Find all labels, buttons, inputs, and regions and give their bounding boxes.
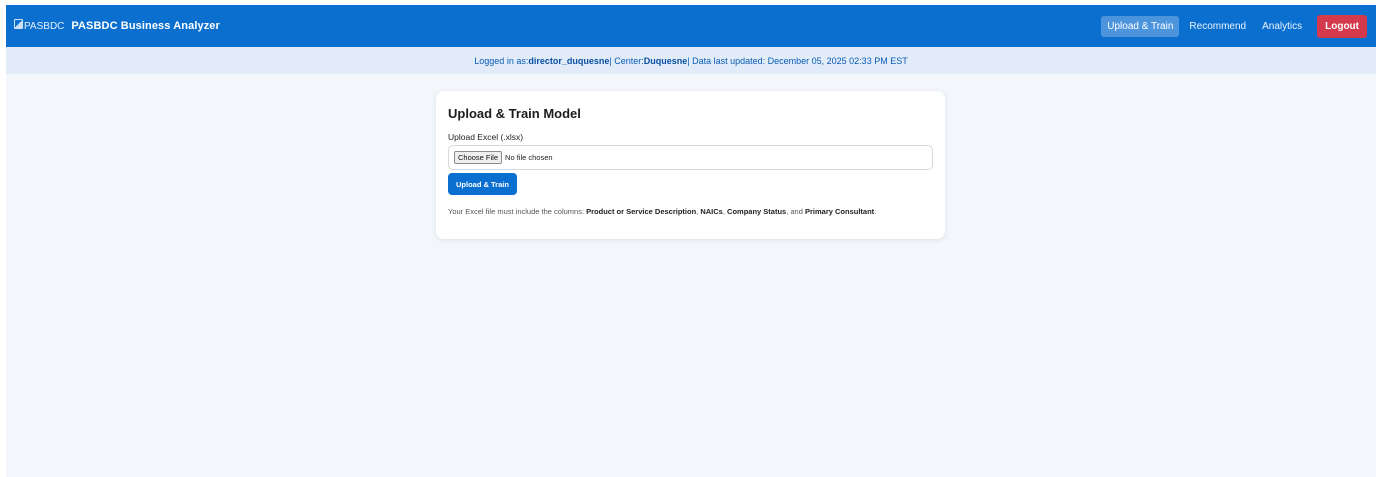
logged-in-prefix: Logged in as: xyxy=(474,55,529,66)
app-root: PASBDC PASBDC Business Analyzer Upload &… xyxy=(6,5,1376,477)
brand-title: PASBDC Business Analyzer xyxy=(71,20,220,32)
upload-field-label: Upload Excel (.xlsx) xyxy=(448,132,524,142)
nav-menu: Upload & Train Recommend Analytics Logou… xyxy=(1097,14,1367,38)
broken-image-icon xyxy=(14,19,23,29)
top-navbar: PASBDC PASBDC Business Analyzer Upload &… xyxy=(6,5,1376,47)
center-name: Duquesne xyxy=(643,55,688,66)
session-info-bar: Logged in as: director_duquesne | Center… xyxy=(6,47,1376,74)
choose-file-button[interactable]: Choose File xyxy=(454,151,503,164)
help-column-2: NAICs xyxy=(700,207,723,216)
help-sep-3: , and xyxy=(786,207,805,216)
last-updated: | Data last updated: December 05, 2025 0… xyxy=(687,55,908,66)
help-prefix: Your Excel file must include the columns… xyxy=(448,207,587,216)
help-column-1: Product or Service Description xyxy=(586,207,697,216)
center-prefix: | Center: xyxy=(609,55,644,66)
help-column-4: Primary Consultant xyxy=(804,207,875,216)
nav-analytics[interactable]: Analytics xyxy=(1256,16,1308,37)
card-title: Upload & Train Model xyxy=(448,106,581,121)
file-input[interactable]: Choose File No file chosen xyxy=(448,145,933,170)
nav-upload-train[interactable]: Upload & Train xyxy=(1101,15,1180,37)
help-column-3: Company Status xyxy=(727,207,787,216)
file-status-text: No file chosen xyxy=(505,153,553,162)
help-suffix: . xyxy=(874,207,877,216)
username: director_duquesne xyxy=(528,55,610,66)
brand-logo: PASBDC xyxy=(14,19,65,32)
nav-recommend[interactable]: Recommend xyxy=(1183,16,1252,37)
upload-train-card: Upload & Train Model Upload Excel (.xlsx… xyxy=(436,91,945,239)
upload-train-button[interactable]: Upload & Train xyxy=(448,173,517,195)
logout-button[interactable]: Logout xyxy=(1317,14,1367,38)
brand[interactable]: PASBDC PASBDC Business Analyzer xyxy=(14,19,220,32)
help-text: Your Excel file must include the columns… xyxy=(448,207,876,216)
brand-logo-alt-text: PASBDC xyxy=(24,20,65,32)
